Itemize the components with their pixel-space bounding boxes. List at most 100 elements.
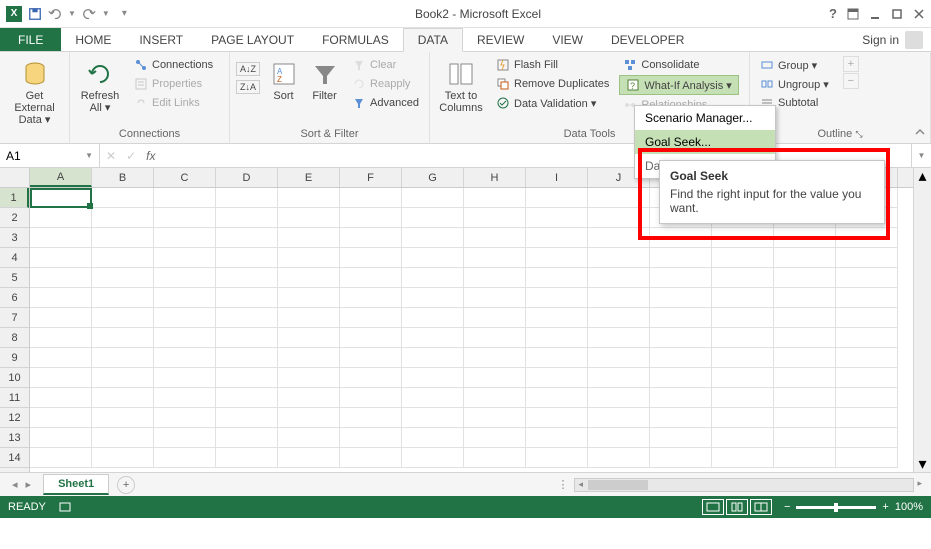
cell[interactable]: [836, 308, 898, 328]
row-header[interactable]: 7: [0, 308, 29, 328]
cell[interactable]: [30, 408, 92, 428]
tab-review[interactable]: REVIEW: [463, 28, 538, 51]
data-validation-button[interactable]: Data Validation ▾: [492, 94, 613, 112]
cell[interactable]: [402, 408, 464, 428]
column-header[interactable]: C: [154, 168, 216, 187]
cell[interactable]: [278, 208, 340, 228]
close-icon[interactable]: [913, 8, 925, 20]
cell[interactable]: [340, 208, 402, 228]
cell[interactable]: [650, 328, 712, 348]
cell[interactable]: [464, 288, 526, 308]
cell[interactable]: [340, 348, 402, 368]
cell[interactable]: [278, 408, 340, 428]
column-header[interactable]: F: [340, 168, 402, 187]
cell[interactable]: [402, 368, 464, 388]
cell[interactable]: [92, 328, 154, 348]
cell[interactable]: [650, 388, 712, 408]
cell[interactable]: [526, 308, 588, 328]
column-header[interactable]: I: [526, 168, 588, 187]
cell[interactable]: [154, 208, 216, 228]
filter-button[interactable]: Filter: [307, 56, 342, 102]
row-header[interactable]: 4: [0, 248, 29, 268]
cell[interactable]: [526, 228, 588, 248]
cell[interactable]: [402, 208, 464, 228]
cell[interactable]: [30, 288, 92, 308]
cell[interactable]: [30, 188, 92, 208]
cell[interactable]: [836, 268, 898, 288]
tab-data[interactable]: DATA: [403, 28, 463, 52]
cell[interactable]: [216, 228, 278, 248]
cell[interactable]: [340, 188, 402, 208]
cell[interactable]: [712, 348, 774, 368]
scenario-manager-item[interactable]: Scenario Manager...: [635, 106, 775, 130]
cell[interactable]: [588, 328, 650, 348]
cell[interactable]: [278, 188, 340, 208]
cell[interactable]: [154, 308, 216, 328]
cell[interactable]: [92, 428, 154, 448]
cell[interactable]: [92, 408, 154, 428]
cell[interactable]: [92, 248, 154, 268]
cell[interactable]: [402, 428, 464, 448]
cell[interactable]: [216, 348, 278, 368]
row-header[interactable]: 2: [0, 208, 29, 228]
cell[interactable]: [340, 308, 402, 328]
goal-seek-item[interactable]: Goal Seek...: [635, 130, 775, 154]
scroll-up-icon[interactable]: ▴: [914, 168, 931, 184]
row-header[interactable]: 3: [0, 228, 29, 248]
cell[interactable]: [402, 348, 464, 368]
cell[interactable]: [402, 188, 464, 208]
cell[interactable]: [154, 228, 216, 248]
page-layout-view-button[interactable]: [726, 499, 748, 515]
undo-dropdown-icon[interactable]: ▼: [68, 9, 76, 18]
cell[interactable]: [526, 288, 588, 308]
cell[interactable]: [836, 328, 898, 348]
cell[interactable]: [154, 448, 216, 468]
tab-page-layout[interactable]: PAGE LAYOUT: [197, 28, 308, 51]
cell[interactable]: [92, 308, 154, 328]
horizontal-scrollbar[interactable]: ⋮ ◂▸: [135, 478, 931, 492]
cell[interactable]: [588, 288, 650, 308]
cell[interactable]: [588, 308, 650, 328]
normal-view-button[interactable]: [702, 499, 724, 515]
cell[interactable]: [588, 428, 650, 448]
sign-in[interactable]: Sign in: [854, 28, 931, 51]
cell[interactable]: [774, 328, 836, 348]
cell[interactable]: [216, 248, 278, 268]
cell[interactable]: [588, 348, 650, 368]
cell[interactable]: [774, 288, 836, 308]
row-header[interactable]: 13: [0, 428, 29, 448]
vertical-scrollbar[interactable]: ▴ ▾: [913, 168, 931, 472]
cell[interactable]: [526, 408, 588, 428]
cell[interactable]: [340, 268, 402, 288]
cell[interactable]: [340, 428, 402, 448]
clear-button[interactable]: Clear: [348, 56, 423, 74]
tab-view[interactable]: VIEW: [538, 28, 597, 51]
cell[interactable]: [836, 228, 898, 248]
cell[interactable]: [526, 328, 588, 348]
get-external-data-button[interactable]: Get External Data ▾: [6, 56, 63, 126]
fx-icon[interactable]: fx: [146, 149, 155, 163]
cell[interactable]: [402, 228, 464, 248]
cell[interactable]: [650, 428, 712, 448]
zoom-level[interactable]: 100%: [895, 501, 923, 513]
page-break-view-button[interactable]: [750, 499, 772, 515]
tab-insert[interactable]: INSERT: [125, 28, 197, 51]
tab-developer[interactable]: DEVELOPER: [597, 28, 698, 51]
scroll-down-icon[interactable]: ▾: [914, 456, 931, 472]
cell[interactable]: [92, 388, 154, 408]
cell[interactable]: [216, 288, 278, 308]
column-header[interactable]: H: [464, 168, 526, 187]
cell[interactable]: [712, 428, 774, 448]
edit-links-button[interactable]: Edit Links: [130, 94, 217, 112]
connections-button[interactable]: Connections: [130, 56, 217, 74]
cell[interactable]: [712, 328, 774, 348]
cell[interactable]: [216, 408, 278, 428]
flash-fill-button[interactable]: Flash Fill: [492, 56, 613, 74]
cell[interactable]: [526, 428, 588, 448]
cell[interactable]: [836, 248, 898, 268]
cell[interactable]: [278, 248, 340, 268]
cell[interactable]: [402, 448, 464, 468]
cell[interactable]: [464, 268, 526, 288]
cell[interactable]: [402, 308, 464, 328]
cell[interactable]: [650, 288, 712, 308]
